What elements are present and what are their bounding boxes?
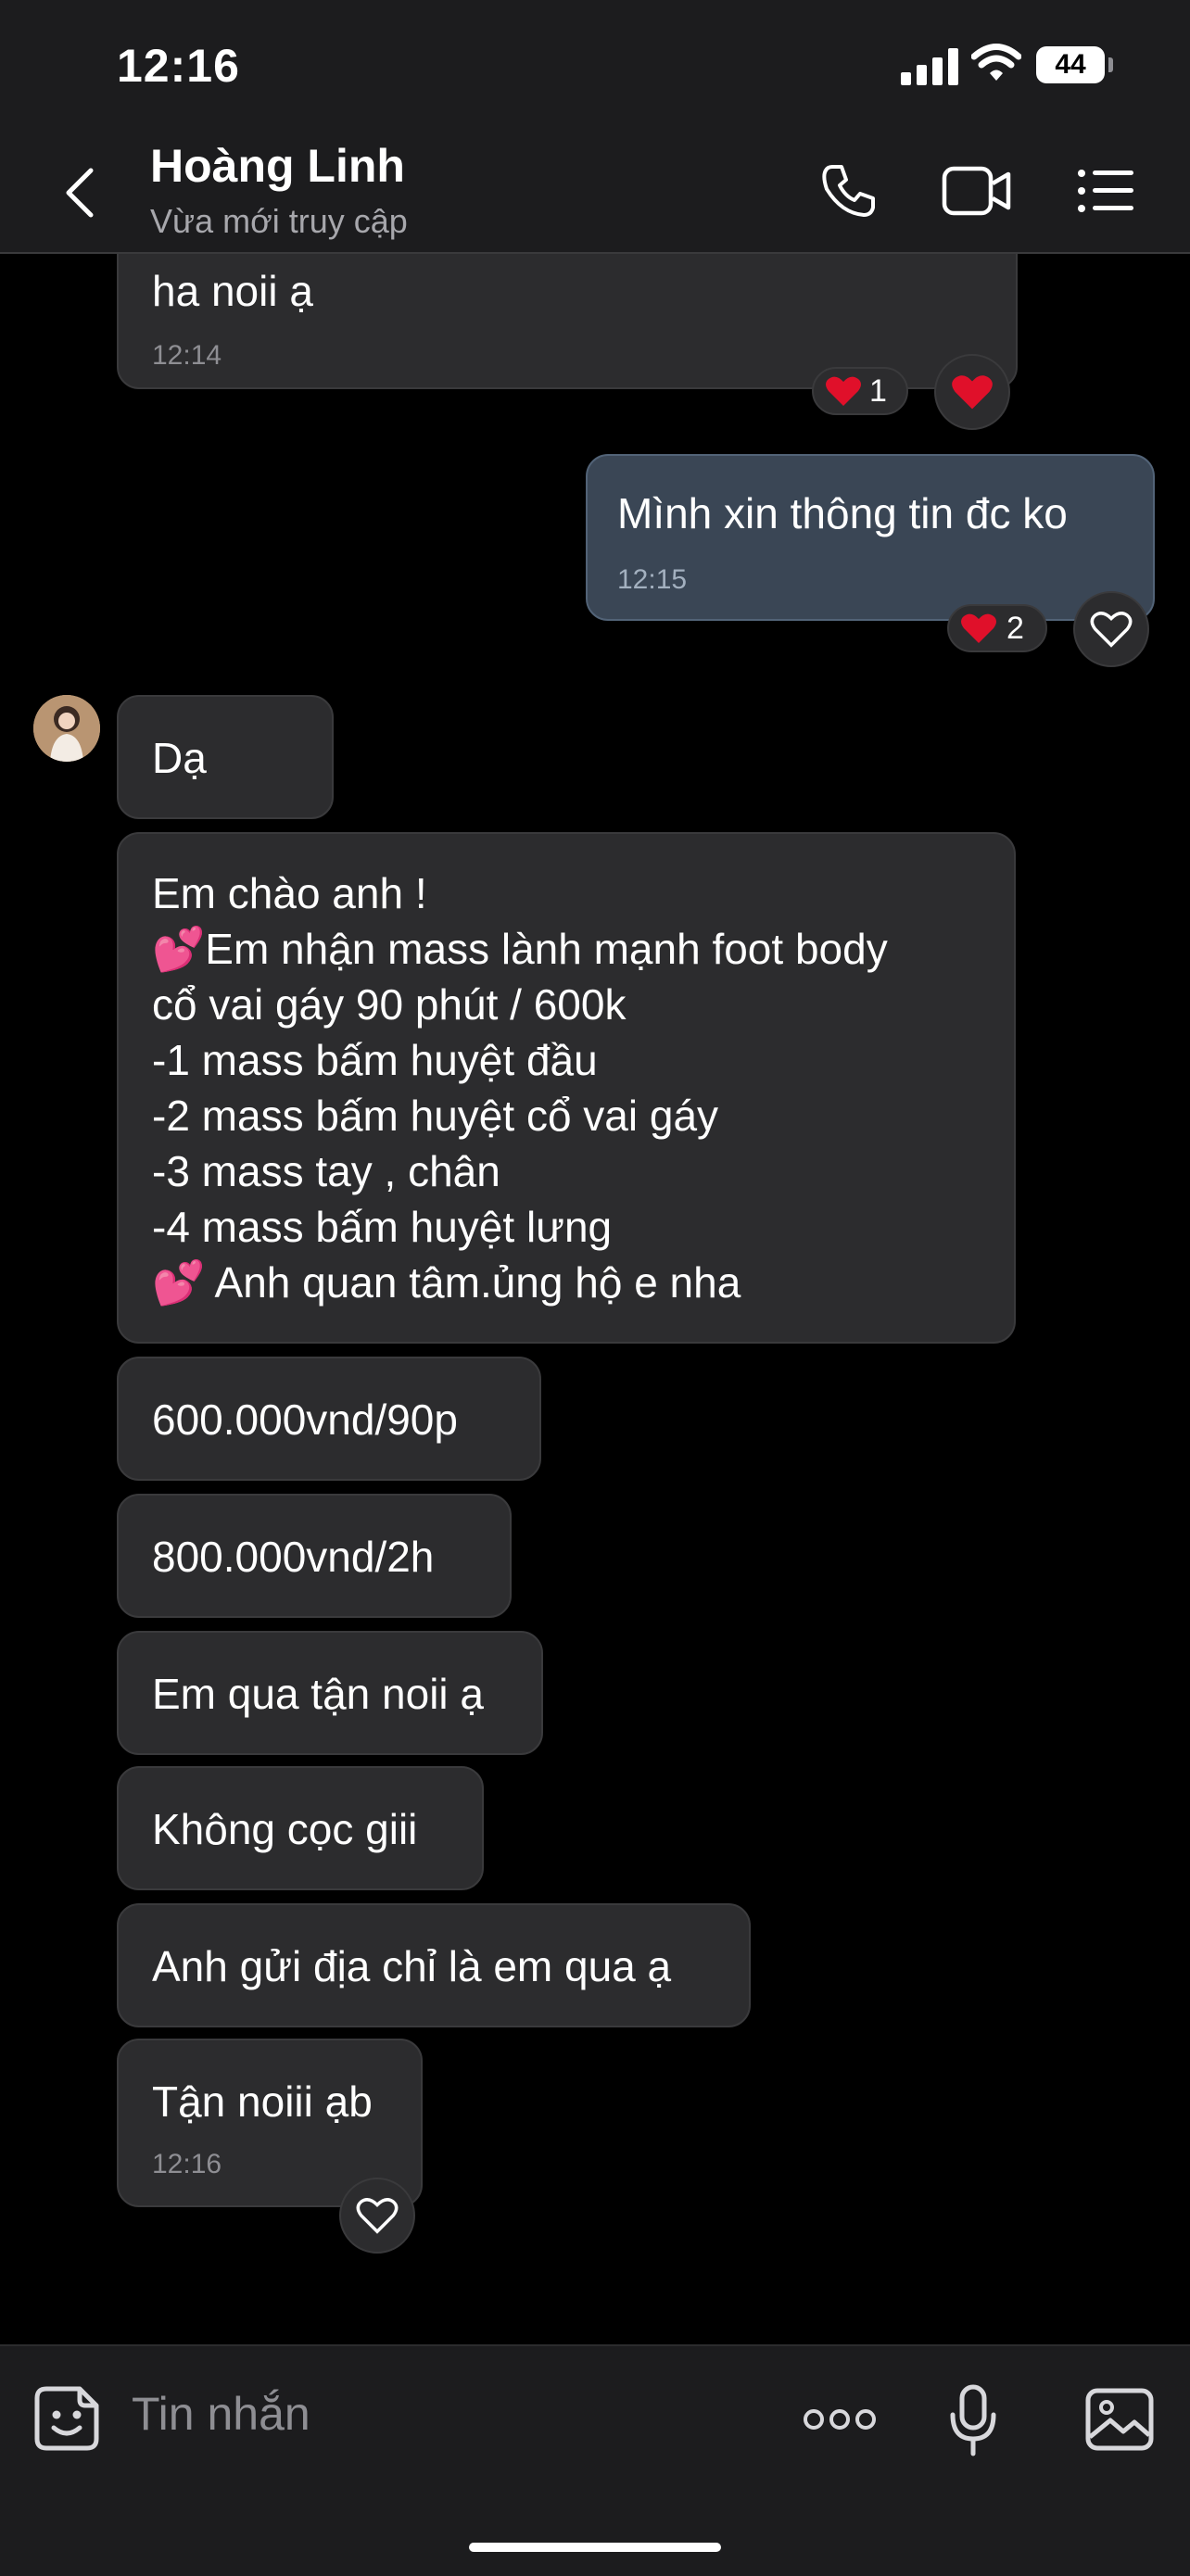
chat-header: Hoàng Linh Vừa mới truy cập — [0, 130, 1190, 254]
sticker-icon[interactable] — [33, 2385, 100, 2452]
message-line: 💕 Anh quan tâm.ủng hộ e nha — [152, 1258, 741, 1307]
message-time: 12:14 — [152, 340, 222, 371]
status-bar: 12:16 44 — [0, 0, 1190, 130]
message-list[interactable]: ha noii ạ 12:14 1 Mình xin thông tin đc … — [0, 254, 1190, 2344]
video-icon[interactable] — [942, 165, 1012, 217]
message-input[interactable]: Tin nhắn — [132, 2387, 310, 2441]
message-input-bar: Tin nhắn — [0, 2344, 1190, 2576]
heart-icon — [961, 613, 996, 643]
message-time: 12:16 — [152, 2149, 222, 2179]
heart-icon — [952, 375, 993, 410]
message-line: -3 mass tay , chân — [152, 1147, 500, 1195]
phone-icon[interactable] — [819, 161, 879, 221]
message-bubble[interactable]: Em chào anh ! 💕Em nhận mass lành mạnh fo… — [117, 832, 1016, 1344]
back-icon[interactable] — [59, 165, 100, 221]
signal-icon — [901, 48, 958, 85]
react-button[interactable] — [339, 2178, 415, 2254]
message-time: 12:15 — [617, 564, 688, 595]
heart-outline-icon — [1090, 612, 1133, 648]
message-bubble-outgoing[interactable]: Mình xin thông tin đc ko 12:15 — [586, 454, 1155, 621]
contact-name[interactable]: Hoàng Linh — [150, 139, 405, 193]
battery-tip — [1108, 57, 1113, 72]
message-line: -4 mass bấm huyệt lưng — [152, 1203, 613, 1251]
message-text: Em qua tận noii ạ — [152, 1670, 485, 1718]
battery-icon: 44 — [1036, 46, 1105, 83]
home-indicator — [469, 2543, 721, 2552]
message-text: Tận noiii ạb — [152, 2077, 373, 2126]
message-bubble[interactable]: 800.000vnd/2h — [117, 1494, 512, 1618]
reaction-count[interactable]: 2 — [947, 604, 1047, 652]
message-text: Dạ — [152, 734, 207, 782]
message-line: Em chào anh ! — [152, 869, 427, 917]
message-text: Anh gửi địa chỉ là em qua ạ — [152, 1942, 672, 1990]
message-bubble[interactable]: 600.000vnd/90p — [117, 1357, 541, 1481]
avatar-image — [33, 695, 100, 762]
message-bubble[interactable]: Em qua tận noii ạ — [117, 1631, 543, 1755]
message-bubble[interactable]: Không cọc giii — [117, 1766, 484, 1890]
reaction-count[interactable]: 1 — [812, 367, 908, 415]
more-icon[interactable] — [803, 2406, 877, 2433]
avatar[interactable] — [33, 695, 100, 762]
heart-outline-icon — [356, 2198, 399, 2234]
message-bubble[interactable]: Dạ — [117, 695, 334, 819]
status-time: 12:16 — [117, 40, 240, 92]
heart-icon — [826, 376, 861, 406]
wifi-icon — [971, 44, 1021, 81]
message-bubble[interactable]: Anh gửi địa chỉ là em qua ạ — [117, 1903, 751, 2027]
message-text: Không cọc giii — [152, 1805, 418, 1853]
message-text: 800.000vnd/2h — [152, 1533, 435, 1581]
message-text: ha noii ạ — [152, 267, 313, 315]
react-button[interactable] — [934, 354, 1010, 430]
reaction-number: 1 — [869, 373, 887, 409]
menu-icon[interactable] — [1077, 169, 1134, 213]
message-line: 💕Em nhận mass lành mạnh foot body — [152, 925, 888, 973]
message-text: Mình xin thông tin đc ko — [617, 489, 1068, 537]
message-line: cổ vai gáy 90 phút / 600k — [152, 980, 627, 1029]
image-icon[interactable] — [1084, 2387, 1155, 2452]
reaction-number: 2 — [1006, 610, 1024, 646]
message-line: -1 mass bấm huyệt đầu — [152, 1036, 598, 1084]
microphone-icon[interactable] — [947, 2383, 999, 2457]
react-button[interactable] — [1073, 591, 1149, 667]
message-line: -2 mass bấm huyệt cổ vai gáy — [152, 1092, 719, 1140]
message-text: 600.000vnd/90p — [152, 1395, 458, 1444]
contact-status: Vừa mới truy cập — [150, 202, 408, 240]
